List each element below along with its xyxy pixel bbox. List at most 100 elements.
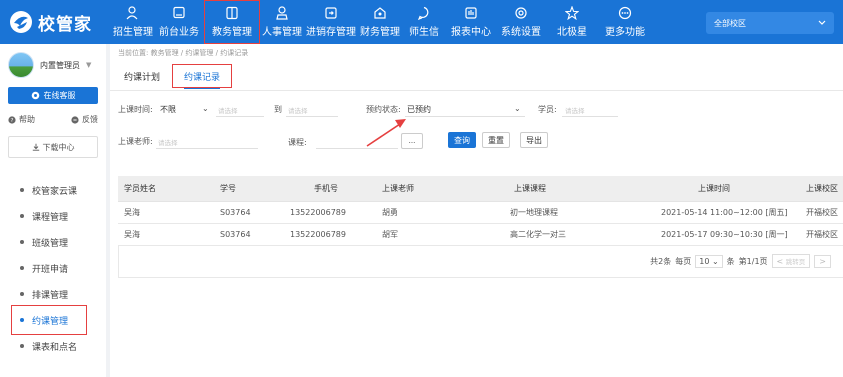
next-page-button[interactable]: > xyxy=(814,254,831,268)
monitor-icon xyxy=(173,6,185,19)
main-nav: 招生管理 前台业务 教务管理 人事管理 进销存管理 财务管理 师生信 报表中心 xyxy=(112,0,652,44)
nav-polaris[interactable]: 北极星 xyxy=(546,0,598,44)
page-indicator: 第1/1页 xyxy=(738,256,768,266)
reset-button[interactable]: 重置 xyxy=(482,132,510,148)
student-input[interactable]: 请选择 xyxy=(565,105,585,115)
tab-booking-records[interactable]: 约课记录 xyxy=(172,64,233,89)
bullet-icon xyxy=(20,240,24,244)
bullet-icon xyxy=(20,188,24,192)
sidebar-item-cloud-class[interactable]: 校管家云课 xyxy=(0,177,106,203)
to-label: 到 xyxy=(274,105,282,114)
logo-icon xyxy=(8,9,34,35)
help-button[interactable]: ? 帮助 xyxy=(8,114,35,125)
nav-inventory[interactable]: 进销存管理 xyxy=(304,0,358,44)
nav-reports[interactable]: 报表中心 xyxy=(446,0,496,44)
class-time-label: 上课时间: xyxy=(118,105,153,114)
booking-status-select[interactable]: 已预约 xyxy=(407,104,431,115)
input-underline xyxy=(286,116,338,117)
column-header: 学号 xyxy=(220,184,236,193)
end-date-input[interactable]: 请选择 xyxy=(288,105,308,115)
sidebar-item-scheduling[interactable]: 排课管理 xyxy=(0,281,106,307)
per-page-label: 每页 xyxy=(675,256,692,266)
tab-booking-plan[interactable]: 约课计划 xyxy=(124,70,160,89)
online-service-button[interactable]: 在线客服 xyxy=(8,87,98,104)
column-header: 学员姓名 xyxy=(124,184,156,193)
column-header: 上课老师 xyxy=(382,184,414,193)
sidebar-item-class-management[interactable]: 班级管理 xyxy=(0,229,106,255)
user-name: 内置管理员 xyxy=(40,60,80,70)
sidebar-item-course-management[interactable]: 课程管理 xyxy=(0,203,106,229)
sidebar-item-booking-management[interactable]: 约课管理 xyxy=(0,305,106,335)
user-add-icon xyxy=(126,6,138,20)
input-underline xyxy=(216,116,264,117)
column-header: 手机号 xyxy=(314,184,338,193)
page-size-unit: 条 xyxy=(726,256,735,266)
avatar xyxy=(8,52,34,78)
teacher-label: 上课老师: xyxy=(118,137,153,146)
feedback-icon xyxy=(71,115,79,124)
sidebar-item-class-application[interactable]: 开班申请 xyxy=(0,255,106,281)
feedback-button[interactable]: 反馈 xyxy=(71,114,98,125)
sidebar-item-label: 班级管理 xyxy=(32,238,69,249)
top-navigation-bar: 校管家 招生管理 前台业务 教务管理 人事管理 进销存管理 财务管理 师生信 报… xyxy=(0,0,843,44)
sidebar-item-label: 开班申请 xyxy=(32,264,69,275)
user-profile[interactable]: 内置管理员 ▼ xyxy=(8,52,91,78)
chevron-down-icon: ▼ xyxy=(86,61,92,69)
annotation-arrow-icon xyxy=(366,119,406,147)
finance-icon xyxy=(374,7,386,19)
teacher-input[interactable]: 请选择 xyxy=(158,137,178,147)
table-row[interactable]: 吴海 S03764 13522006789 胡军 高二化学一对三 2021-05… xyxy=(118,224,843,246)
download-icon xyxy=(32,143,39,151)
table-header: 学员姓名 学号 手机号 上课老师 上课课程 上课时间 上课校区 xyxy=(118,176,843,202)
query-button[interactable]: 查询 xyxy=(448,132,476,148)
booking-status-label: 预约状态: xyxy=(366,105,401,114)
more-icon xyxy=(618,6,632,20)
bullet-icon xyxy=(20,266,24,270)
nav-settings[interactable]: 系统设置 xyxy=(496,0,546,44)
feedback-label: 反馈 xyxy=(82,115,98,124)
column-header: 上课课程 xyxy=(514,184,546,193)
main-content: 当前位置: 教务管理 / 约课管理 / 约课记录 约课计划 约课记录 上课时间:… xyxy=(110,44,843,377)
sidebar-item-timetable-rollcall[interactable]: 课表和点名 xyxy=(0,333,106,359)
nav-messages[interactable]: 师生信 xyxy=(402,0,446,44)
nav-finance[interactable]: 财务管理 xyxy=(358,0,402,44)
headset-icon xyxy=(31,91,39,100)
course-label: 课程: xyxy=(288,138,307,147)
nav-enrollment[interactable]: 招生管理 xyxy=(112,0,154,44)
breadcrumb: 当前位置: 教务管理 / 约课管理 / 约课记录 xyxy=(118,49,249,57)
chat-icon xyxy=(417,6,429,20)
table-footer: 共2条 每页 10 ⌄ 条 第1/1页 < 跳转页 > xyxy=(118,246,843,278)
bullet-icon xyxy=(20,214,24,218)
nav-more[interactable]: 更多功能 xyxy=(598,0,652,44)
campus-select-value: 全部校区 xyxy=(714,18,746,28)
tabs: 约课计划 约课记录 xyxy=(124,64,233,89)
page-size-select[interactable]: 10 ⌄ xyxy=(695,254,723,268)
sidebar-item-label: 校管家云课 xyxy=(32,186,78,197)
chevron-down-icon xyxy=(818,20,826,25)
prev-page-button[interactable]: < 跳转页 xyxy=(771,254,811,268)
input-underline xyxy=(405,116,525,117)
nav-hr[interactable]: 人事管理 xyxy=(260,0,304,44)
start-date-input[interactable]: 请选择 xyxy=(218,105,238,115)
chevron-down-icon: ⌄ xyxy=(514,104,521,113)
book-icon xyxy=(226,6,238,20)
sidebar-item-label: 排课管理 xyxy=(32,290,69,301)
sidebar: 内置管理员 ▼ 在线客服 ? 帮助 反馈 下载中心 校管家云课 课程管理 班级管… xyxy=(0,44,106,377)
download-center-label: 下载中心 xyxy=(42,142,75,152)
page-jump-input[interactable]: 跳转页 xyxy=(786,258,806,266)
course-input[interactable] xyxy=(316,148,398,149)
campus-select[interactable]: 全部校区 xyxy=(706,12,834,34)
export-button[interactable]: 导出 xyxy=(520,132,548,148)
student-label: 学员: xyxy=(538,105,557,114)
class-time-select[interactable]: 不限 xyxy=(160,104,176,115)
brand-logo[interactable]: 校管家 xyxy=(8,9,92,35)
download-center-button[interactable]: 下载中心 xyxy=(8,136,98,158)
bullet-icon xyxy=(20,344,24,348)
nav-front-desk[interactable]: 前台业务 xyxy=(154,0,204,44)
table-row[interactable]: 吴海 S03764 13522006789 胡勇 初一地理课程 2021-05-… xyxy=(118,202,843,224)
svg-text:?: ? xyxy=(11,118,14,124)
highlight-box xyxy=(172,64,233,88)
column-header: 上课时间 xyxy=(698,184,730,193)
inventory-icon xyxy=(325,7,337,19)
nav-academic[interactable]: 教务管理 xyxy=(204,0,260,44)
